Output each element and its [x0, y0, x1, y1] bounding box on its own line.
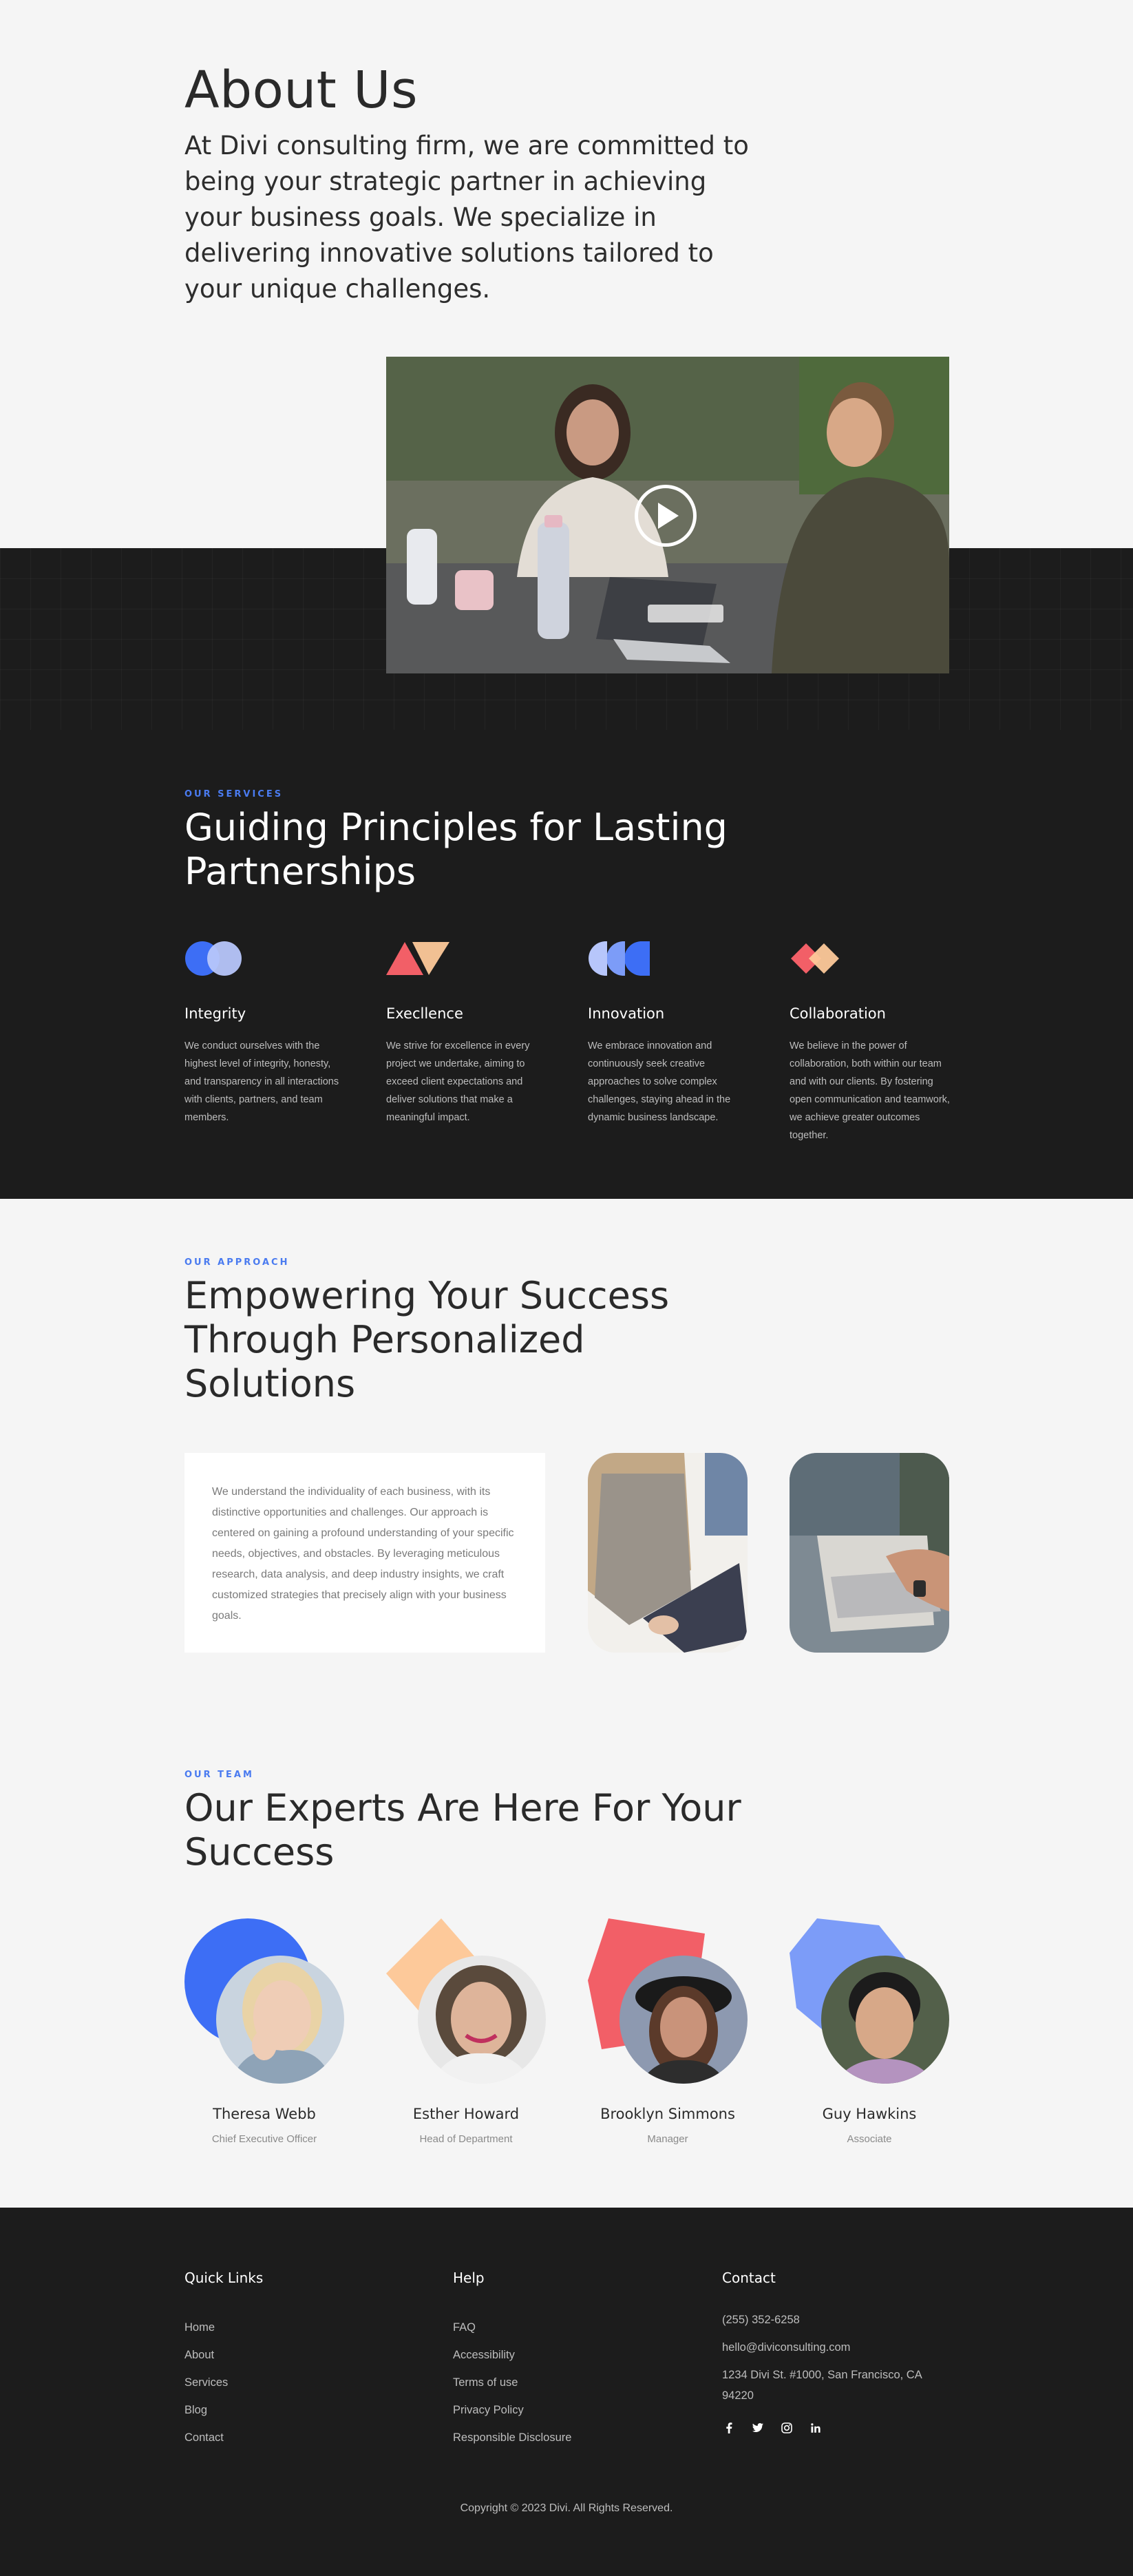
excellence-triangles-icon [386, 939, 551, 978]
twitter-icon[interactable] [751, 2421, 765, 2435]
services-title: Guiding Principles for Lasting Partnersh… [184, 806, 728, 893]
footer-link-about[interactable]: About [184, 2341, 263, 2369]
contact-email[interactable]: hello@diviconsulting.com [722, 2337, 949, 2358]
service-card-integrity: Integrity We conduct ourselves with the … [184, 939, 350, 1127]
member-role: Head of Department [419, 2133, 513, 2145]
avatar [620, 1956, 748, 2084]
footer-link-services[interactable]: Services [184, 2369, 263, 2396]
service-card-collaboration: Collaboration We believe in the power of… [790, 939, 955, 1144]
service-name: Execllence [386, 1005, 463, 1022]
footer-link-home[interactable]: Home [184, 2314, 263, 2341]
service-desc: We conduct ourselves with the highest le… [184, 1040, 339, 1123]
footer-link-faq[interactable]: FAQ [453, 2314, 571, 2341]
footer-contact: Contact (255) 352-6258 hello@diviconsult… [722, 2270, 949, 2435]
page-title: About Us [184, 61, 419, 120]
service-name: Innovation [588, 1005, 665, 1022]
contact-phone[interactable]: (255) 352-6258 [722, 2310, 949, 2330]
hero-intro: At Divi consulting firm, we are committe… [184, 131, 749, 304]
approach-photo-typing [790, 1453, 949, 1653]
member-role: Manager [647, 2133, 688, 2145]
avatar [418, 1956, 546, 2084]
play-button[interactable] [635, 485, 697, 547]
member-name: Brooklyn Simmons [600, 2106, 735, 2122]
service-desc: We strive for excellence in every projec… [386, 1040, 530, 1123]
member-name: Esther Howard [412, 2106, 520, 2122]
services-eyebrow: OUR SERVICES [184, 789, 284, 799]
footer-link-privacy[interactable]: Privacy Policy [453, 2396, 571, 2424]
footer-quick-links: Quick Links Home About Services Blog Con… [184, 2270, 263, 2451]
footer-heading: Help [453, 2270, 485, 2286]
play-icon [658, 503, 679, 529]
approach-card: We understand the individuality of each … [184, 1453, 545, 1653]
member-name: Guy Hawkins [822, 2106, 917, 2122]
innovation-halfcircles-icon [588, 939, 753, 978]
footer-help: Help FAQ Accessibility Terms of use Priv… [453, 2270, 571, 2451]
team-member-card: Esther Howard Head of Department [386, 1918, 546, 2153]
team-member-card: Brooklyn Simmons Manager [588, 1918, 748, 2153]
collaboration-diamonds-icon [790, 939, 955, 978]
approach-eyebrow: OUR APPROACH [184, 1257, 290, 1268]
service-desc: We believe in the power of collaboration… [790, 1040, 950, 1141]
footer-link-disclosure[interactable]: Responsible Disclosure [453, 2424, 571, 2451]
footer-link-terms[interactable]: Terms of use [453, 2369, 571, 2396]
footer-heading: Quick Links [184, 2270, 264, 2286]
approach-photo-laptop [588, 1453, 748, 1653]
member-role: Associate [847, 2133, 892, 2145]
footer-link-accessibility[interactable]: Accessibility [453, 2341, 571, 2369]
team-eyebrow: OUR TEAM [184, 1770, 254, 1780]
service-card-excellence: Execllence We strive for excellence in e… [386, 939, 551, 1127]
team-member-card: Guy Hawkins Associate [790, 1918, 949, 2153]
team-title: Our Experts Are Here For Your Success [184, 1786, 741, 1874]
service-name: Collaboration [790, 1005, 886, 1022]
approach-title: Empowering Your Success Through Personal… [184, 1274, 670, 1405]
footer-link-blog[interactable]: Blog [184, 2396, 263, 2424]
member-role: Chief Executive Officer [211, 2133, 317, 2145]
contact-address: 1234 Divi St. #1000, San Francisco, CA 9… [722, 2369, 922, 2402]
social-links [722, 2421, 949, 2435]
instagram-icon[interactable] [780, 2421, 794, 2435]
service-name: Integrity [184, 1005, 246, 1022]
integrity-circles-icon [184, 939, 350, 978]
member-name: Theresa Webb [213, 2106, 316, 2122]
avatar [216, 1956, 344, 2084]
linkedin-icon[interactable] [809, 2421, 823, 2435]
copyright: Copyright © 2023 Divi. All Rights Reserv… [460, 2502, 673, 2514]
avatar [821, 1956, 949, 2084]
footer-heading: Contact [722, 2270, 776, 2286]
team-member-card: Theresa Webb Chief Executive Officer [184, 1918, 344, 2153]
footer-link-contact[interactable]: Contact [184, 2424, 263, 2451]
facebook-icon[interactable] [722, 2421, 736, 2435]
service-card-innovation: Innovation We embrace innovation and con… [588, 939, 753, 1127]
service-desc: We embrace innovation and continuously s… [588, 1040, 731, 1123]
